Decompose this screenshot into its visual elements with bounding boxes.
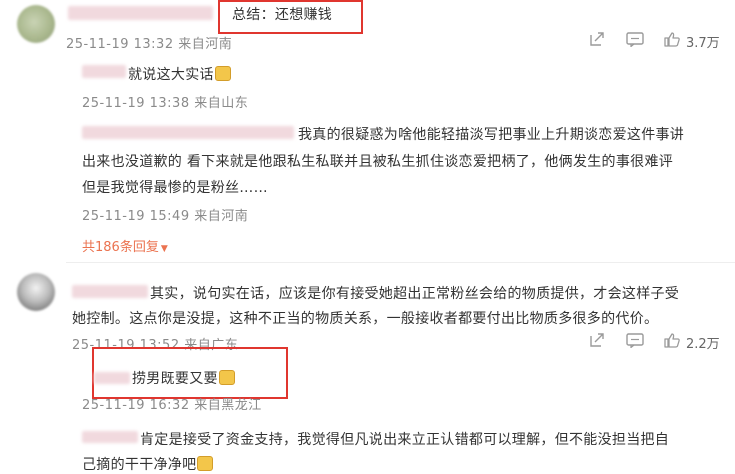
reply-location: 来自黑龙江 [194,398,262,413]
reply-username-redacted[interactable] [82,65,126,78]
reply-location: 来自河南 [194,209,249,224]
reply-date: 25-11-19 16:32 来自黑龙江 [82,394,262,413]
reply-content: 捞男既要又要 [132,371,218,387]
comment-location: 来自河南 [178,37,233,52]
emoji-icon [197,456,214,471]
comment-icon[interactable] [626,333,644,349]
more-replies-label: 共186条回复 [82,240,159,255]
reply-text: 就说这大实话 [128,64,231,84]
like-count: 2.2万 [686,337,720,352]
emoji-icon [218,370,235,385]
comment-date: 25-11-19 13:32 来自河南 [66,33,232,52]
like-count: 3.7万 [686,36,720,51]
reply-line-2-text: 己摘的干干净净吧 [82,457,197,473]
reply-line-2: 己摘的干干净净吧 [82,454,214,474]
reply-content: 就说这大实话 [128,67,214,83]
comment-text: 总结：还想赚钱 [232,7,333,23]
reply-line-2: 出来也没道歉的 看下来就是他跟私生私联并且被私生抓住谈恋爱把柄了，他俩发生的事很… [82,154,674,170]
share-icon[interactable] [589,31,605,47]
comment-line-1: 其实，说句实在话，应该是你有接受她超出正常粉丝会给的物质提供，才会这样子受 [150,286,680,302]
username-redacted[interactable] [72,285,148,298]
reply-line-1: 肯定是接受了资金支持，我觉得但凡说出来立正认错都可以理解，但不能没担当把自 [140,432,670,448]
more-replies-link[interactable]: 共186条回复 ▼ [82,236,168,255]
divider [66,262,735,263]
like-icon[interactable] [664,333,680,348]
reply-date: 25-11-19 15:49 来自河南 [82,205,248,224]
share-icon[interactable] [589,332,605,348]
reply-text: 捞男既要又要 [132,368,235,388]
reply-username-redacted[interactable] [82,126,294,139]
caret-down-icon: ▼ [160,244,168,254]
comment-timestamp: 25-11-19 13:32 [66,37,174,52]
like-icon[interactable] [664,32,680,47]
reply-timestamp: 25-11-19 16:32 [82,398,190,413]
reply-username-redacted[interactable] [94,372,130,384]
avatar[interactable] [17,273,55,311]
reply-timestamp: 25-11-19 15:49 [82,209,190,224]
avatar[interactable] [17,5,55,43]
reply-location: 来自山东 [194,96,249,111]
reply-timestamp: 25-11-19 13:38 [82,96,190,111]
reply-line-1: 我真的很疑惑为啥他能轻描淡写把事业上升期谈恋爱这件事讲 [298,127,685,143]
reply-username-redacted[interactable] [82,431,138,443]
username-redacted[interactable] [68,6,213,20]
grin-emoji-icon [214,66,231,81]
comment-line-2: 她控制。这点你是没提，这种不正当的物质关系，一般接收者都要付出比物质多很多的代价… [72,311,659,327]
comment-icon[interactable] [626,32,644,48]
reply-date: 25-11-19 13:38 来自山东 [82,92,248,111]
reply-line-3: 但是我觉得最惨的是粉丝…… [82,180,268,196]
